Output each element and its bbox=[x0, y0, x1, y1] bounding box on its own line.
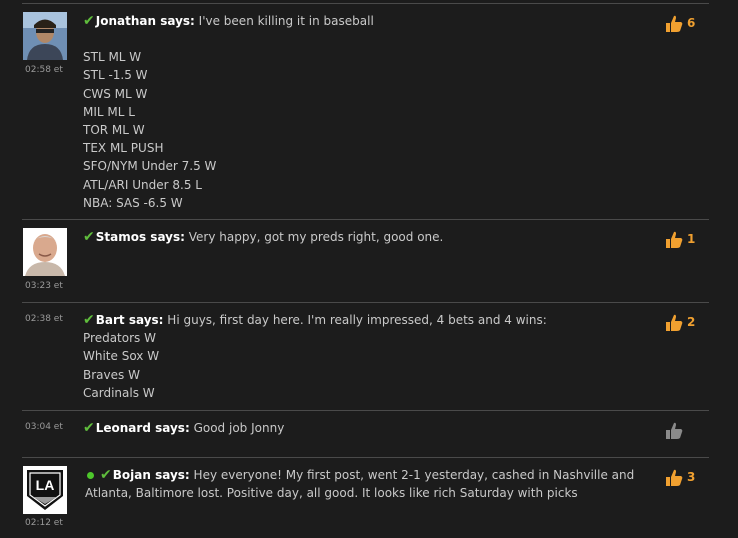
avatar[interactable] bbox=[23, 12, 67, 60]
says-label: says: bbox=[155, 421, 190, 435]
comment-text: Very happy, got my preds right, good one… bbox=[188, 230, 444, 244]
la-kings-logo-icon: LA bbox=[23, 466, 67, 514]
avatar[interactable]: LA bbox=[23, 466, 67, 514]
comment-time: 02:58 et bbox=[25, 65, 63, 75]
says-label: says: bbox=[155, 468, 190, 482]
thumbs-up-icon bbox=[666, 314, 683, 331]
author-name[interactable]: Stamos bbox=[96, 230, 146, 244]
comment-line: TOR ML W bbox=[83, 123, 145, 138]
comment-line: TEX ML PUSH bbox=[83, 141, 164, 156]
says-label: says: bbox=[128, 313, 164, 327]
comment-text: Hi guys, first day here. I'm really impr… bbox=[167, 313, 547, 327]
comment-item: 03:23 et ✔Stamos says: Very happy, got m… bbox=[22, 220, 709, 303]
comment-item: 03:04 et ✔Leonard says: Good job Jonny bbox=[22, 411, 709, 458]
comment-time: 03:04 et bbox=[25, 422, 63, 432]
author-name[interactable]: Bojan bbox=[113, 468, 151, 482]
author-name[interactable]: Jonathan bbox=[96, 14, 156, 28]
comment-line: STL ML W bbox=[83, 50, 142, 65]
like-button[interactable]: 1 bbox=[664, 230, 710, 250]
like-button[interactable]: 6 bbox=[664, 14, 710, 34]
like-count: 6 bbox=[687, 16, 696, 30]
author-name[interactable]: Bart bbox=[96, 313, 125, 327]
comment-line: ATL/ARI Under 8.5 L bbox=[83, 177, 202, 192]
comment-line: Cardinals W bbox=[83, 385, 155, 400]
comment-text: Good job Jonny bbox=[193, 421, 285, 435]
comment-line: White Sox W bbox=[83, 349, 160, 364]
comment-item: LA 02:12 et ✔Bojan says: Hey everyone! M… bbox=[22, 458, 709, 538]
thumbs-up-icon bbox=[666, 15, 683, 32]
comment-line: STL -1.5 W bbox=[83, 68, 148, 83]
comment-text: I've been killing it in baseball bbox=[198, 14, 374, 28]
logo-lettering: LA bbox=[36, 477, 55, 493]
checkmark-icon: ✔ bbox=[83, 312, 95, 328]
comment-line: MIL ML L bbox=[83, 104, 135, 119]
comment-body: ✔Bojan says: Hey everyone! My first post… bbox=[85, 466, 645, 502]
comment-time: 03:23 et bbox=[25, 281, 63, 291]
comment-line: Atlanta, Baltimore lost. Positive day, a… bbox=[85, 486, 578, 501]
comment-line: Predators W bbox=[83, 331, 156, 346]
user-photo-icon bbox=[23, 12, 67, 60]
thumbs-up-icon bbox=[666, 469, 683, 486]
comment-line: CWS ML W bbox=[83, 86, 148, 101]
comment-time: 02:38 et bbox=[25, 314, 63, 324]
author-name[interactable]: Leonard bbox=[96, 421, 151, 435]
like-count: 1 bbox=[687, 232, 696, 246]
like-count: 2 bbox=[687, 315, 696, 329]
checkmark-icon: ✔ bbox=[83, 229, 95, 245]
comment-body: ✔Bart says: Hi guys, first day here. I'm… bbox=[83, 311, 643, 402]
comment-body: ✔Leonard says: Good job Jonny bbox=[83, 419, 643, 437]
like-button[interactable]: 3 bbox=[664, 468, 710, 488]
like-button[interactable]: 2 bbox=[664, 313, 710, 333]
comment-body: ✔Stamos says: Very happy, got my preds r… bbox=[83, 228, 643, 246]
comment-item: 02:38 et ✔Bart says: Hi guys, first day … bbox=[22, 303, 709, 411]
says-label: says: bbox=[160, 14, 195, 28]
thumbs-up-icon bbox=[666, 422, 683, 439]
comment-text: Hey everyone! My first post, went 2-1 ye… bbox=[193, 468, 635, 482]
says-label: says: bbox=[150, 230, 185, 244]
online-dot-icon bbox=[87, 471, 94, 479]
comment-item: 02:58 et ✔Jonathan says: I've been killi… bbox=[22, 4, 709, 220]
thumbs-up-icon bbox=[666, 231, 683, 248]
user-photo-icon bbox=[23, 228, 67, 276]
like-count: 3 bbox=[687, 470, 696, 484]
comment-line: SFO/NYM Under 7.5 W bbox=[83, 159, 217, 174]
like-button[interactable] bbox=[664, 421, 710, 441]
comment-time: 02:12 et bbox=[25, 518, 63, 528]
avatar[interactable] bbox=[23, 228, 67, 276]
comment-line: NBA: SAS -6.5 W bbox=[83, 195, 183, 210]
comment-body: ✔Jonathan says: I've been killing it in … bbox=[83, 12, 643, 212]
checkmark-icon: ✔ bbox=[83, 420, 95, 436]
checkmark-icon: ✔ bbox=[100, 467, 112, 483]
checkmark-icon: ✔ bbox=[83, 13, 95, 29]
comment-line: Braves W bbox=[83, 367, 140, 382]
